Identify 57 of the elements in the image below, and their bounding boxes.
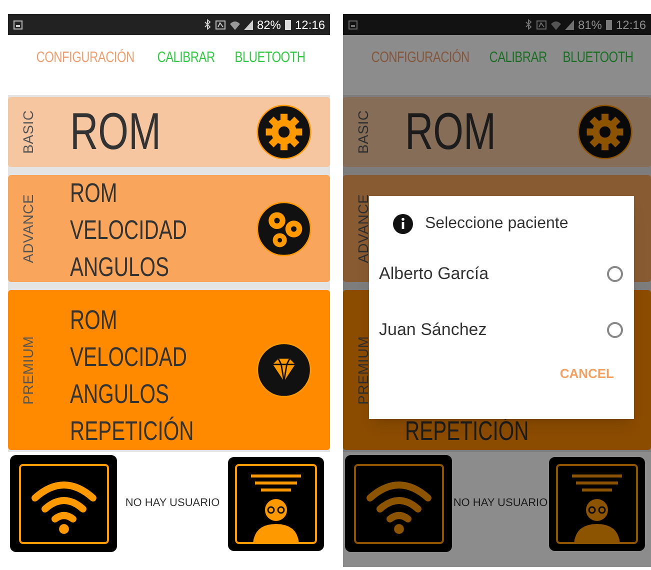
tab[interactable]: CALIBRAR <box>157 47 216 70</box>
bluetooth-icon <box>524 19 532 30</box>
plan-label: BASIC <box>18 110 36 154</box>
feature-text: ROM <box>70 304 118 337</box>
tab[interactable]: CALIBRAR <box>488 47 546 70</box>
plan-label: PREMIUM <box>354 336 372 404</box>
bluetooth-icon <box>204 19 211 30</box>
tab[interactable]: BLUETOOTH <box>562 47 633 70</box>
user-tile[interactable] <box>549 456 645 550</box>
plan-label: BASIC <box>354 110 372 154</box>
dialog-title: Seleccione paciente <box>425 214 568 234</box>
signal-icon <box>564 20 574 30</box>
user-tile[interactable] <box>228 456 324 550</box>
clock-time: 12:16 <box>294 16 325 34</box>
radio-button[interactable] <box>607 322 623 338</box>
plan-label: ADVANCE <box>354 194 372 264</box>
gear-icon <box>577 104 633 160</box>
user-status-text: NO HAY USUARIO <box>453 496 548 512</box>
signal-icon <box>244 20 253 30</box>
plan-card[interactable]: PREMIUM ROM VELOCIDAD ANGULOS REPETICIÓN <box>8 290 330 450</box>
notification-icon <box>348 20 358 30</box>
tab[interactable]: CONFIGURACIÓN <box>36 47 134 70</box>
wifi-tile[interactable] <box>345 455 452 552</box>
feature-text: REPETICIÓN <box>405 415 530 448</box>
plan-card[interactable]: ADVANCE ROM VELOCIDAD ANGULOS <box>8 175 330 282</box>
battery-text: 81% <box>578 16 602 34</box>
feature-text: ANGULOS <box>70 251 170 284</box>
option-label: Juan Sánchez <box>379 319 487 342</box>
plan-card[interactable]: BASIC ROM <box>8 97 330 167</box>
feature-text: ROM <box>70 177 118 210</box>
notification-icon <box>13 20 23 30</box>
patient-option[interactable]: Juan Sánchez <box>369 302 634 358</box>
feature-text: REPETICIÓN <box>70 415 195 448</box>
feature-text: VELOCIDAD <box>70 341 188 374</box>
tab[interactable]: BLUETOOTH <box>234 47 306 70</box>
info-icon <box>393 214 413 234</box>
plan-card[interactable]: BASIC ROM <box>343 97 651 167</box>
battery-text: 82% <box>256 16 281 34</box>
radio-button[interactable] <box>607 266 623 282</box>
battery-icon <box>284 19 291 30</box>
cancel-button[interactable]: CANCEL <box>560 364 614 384</box>
wifi-icon <box>550 20 561 30</box>
plan-label: ADVANCE <box>18 194 36 264</box>
feature-text: ROM <box>70 104 162 160</box>
option-label: Alberto García <box>379 263 489 286</box>
user-status-text: NO HAY USUARIO <box>125 496 220 512</box>
wifi-icon <box>230 20 240 30</box>
tab[interactable]: CONFIGURACIÓN <box>371 47 470 70</box>
plan-label: PREMIUM <box>18 336 36 404</box>
patient-option[interactable]: Alberto García <box>369 246 634 302</box>
battery-icon <box>606 19 612 30</box>
wifi-tile[interactable] <box>10 455 117 552</box>
feature-text: ROM <box>405 104 497 160</box>
gear-icon <box>256 104 312 160</box>
clock-time: 12:16 <box>616 16 646 34</box>
feature-text: ANGULOS <box>70 378 170 411</box>
feature-text: VELOCIDAD <box>70 214 188 247</box>
